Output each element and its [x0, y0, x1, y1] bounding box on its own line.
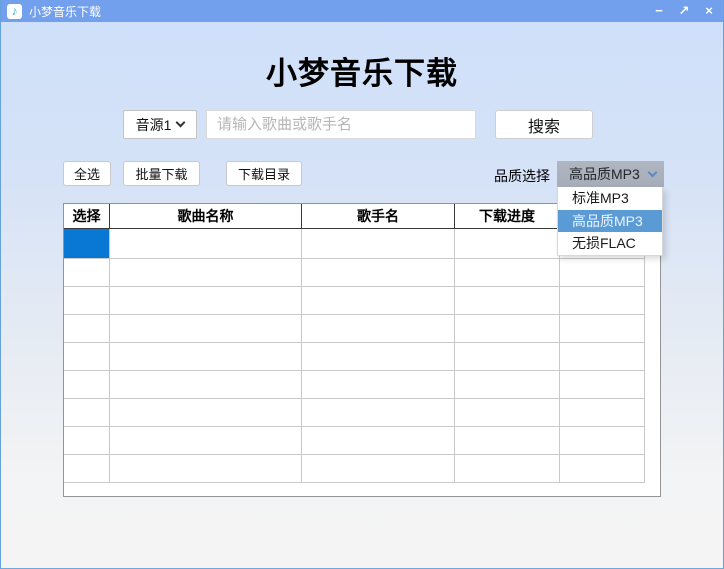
table-cell[interactable] — [560, 371, 645, 399]
table-row — [64, 259, 660, 287]
column-header[interactable]: 下载进度 — [455, 204, 560, 228]
table-row — [64, 455, 660, 483]
app-window: ♪ 小梦音乐下载 − ↗ × 小梦音乐下载 音源1 搜索 全选 批量下载 下载目… — [0, 0, 724, 569]
row-filler — [645, 427, 660, 455]
search-input[interactable] — [206, 110, 476, 139]
table-cell[interactable] — [455, 287, 560, 315]
chevron-down-icon — [175, 117, 186, 128]
row-filler — [645, 315, 660, 343]
table-cell[interactable] — [302, 455, 455, 483]
table-cell[interactable] — [455, 371, 560, 399]
table-cell[interactable] — [110, 229, 302, 259]
table-cell[interactable] — [64, 287, 110, 315]
quality-select-value: 高品质MP3 — [569, 166, 640, 182]
row-filler — [645, 287, 660, 315]
minimize-button[interactable]: − — [651, 2, 667, 20]
table-cell[interactable] — [110, 371, 302, 399]
column-header[interactable]: 选择 — [64, 204, 110, 228]
table-cell[interactable] — [64, 343, 110, 371]
table-cell[interactable] — [64, 315, 110, 343]
table-row — [64, 287, 660, 315]
table-cell[interactable] — [560, 427, 645, 455]
row-filler — [645, 343, 660, 371]
table-cell[interactable] — [560, 287, 645, 315]
table-cell[interactable] — [302, 427, 455, 455]
table-body — [64, 229, 660, 483]
table-cell[interactable] — [64, 371, 110, 399]
table-cell[interactable] — [455, 455, 560, 483]
music-note-icon: ♪ — [7, 3, 22, 19]
table-cell[interactable] — [455, 427, 560, 455]
download-dir-button[interactable]: 下载目录 — [226, 161, 302, 186]
table-cell[interactable] — [110, 343, 302, 371]
title-bar: ♪ 小梦音乐下载 − ↗ × — [1, 0, 723, 22]
table-cell[interactable] — [455, 399, 560, 427]
table-cell[interactable] — [455, 315, 560, 343]
row-filler — [645, 399, 660, 427]
quality-label: 品质选择 — [494, 168, 550, 184]
quality-option[interactable]: 标准MP3 — [558, 187, 662, 210]
table-cell[interactable] — [560, 259, 645, 287]
search-button[interactable]: 搜索 — [495, 110, 593, 139]
quality-option[interactable]: 高品质MP3 — [558, 209, 662, 233]
table-cell[interactable] — [110, 399, 302, 427]
table-cell[interactable] — [560, 315, 645, 343]
column-header[interactable]: 歌曲名称 — [110, 204, 302, 228]
table-cell[interactable] — [302, 259, 455, 287]
batch-download-button[interactable]: 批量下载 — [123, 161, 200, 186]
table-cell[interactable] — [110, 455, 302, 483]
column-header[interactable]: 歌手名 — [302, 204, 455, 228]
table-cell[interactable] — [455, 259, 560, 287]
table-cell[interactable] — [64, 427, 110, 455]
chevron-down-icon — [647, 167, 658, 178]
table-cell[interactable] — [302, 287, 455, 315]
table-row — [64, 399, 660, 427]
table-cell[interactable] — [302, 399, 455, 427]
table-cell[interactable] — [110, 315, 302, 343]
table-cell[interactable] — [302, 343, 455, 371]
table-cell[interactable] — [455, 343, 560, 371]
table-row — [64, 371, 660, 399]
table-cell[interactable] — [64, 455, 110, 483]
selected-cell[interactable] — [64, 229, 110, 259]
close-button[interactable]: × — [701, 2, 717, 20]
source-select-value: 音源1 — [135, 116, 172, 133]
quality-dropdown: 标准MP3 高品质MP3 无损FLAC — [557, 187, 663, 256]
row-filler — [645, 371, 660, 399]
table-row — [64, 315, 660, 343]
select-all-button[interactable]: 全选 — [63, 161, 111, 186]
table-cell[interactable] — [302, 229, 455, 259]
table-cell[interactable] — [302, 315, 455, 343]
table-cell[interactable] — [560, 455, 645, 483]
table-row — [64, 343, 660, 371]
maximize-button[interactable]: ↗ — [676, 2, 692, 20]
page-title: 小梦音乐下载 — [266, 56, 458, 91]
row-filler — [645, 259, 660, 287]
quality-select[interactable]: 高品质MP3 — [557, 161, 664, 187]
table-row — [64, 427, 660, 455]
source-select[interactable]: 音源1 — [123, 110, 197, 139]
window-title: 小梦音乐下载 — [29, 4, 102, 19]
table-cell[interactable] — [455, 229, 560, 259]
table-cell[interactable] — [560, 343, 645, 371]
table-cell[interactable] — [110, 427, 302, 455]
window-controls: − ↗ × — [651, 2, 717, 20]
table-cell[interactable] — [110, 259, 302, 287]
table-cell[interactable] — [110, 287, 302, 315]
table-cell[interactable] — [64, 399, 110, 427]
row-filler — [645, 455, 660, 483]
quality-option[interactable]: 无损FLAC — [558, 232, 662, 255]
table-cell[interactable] — [64, 259, 110, 287]
table-cell[interactable] — [302, 371, 455, 399]
table-cell[interactable] — [560, 399, 645, 427]
